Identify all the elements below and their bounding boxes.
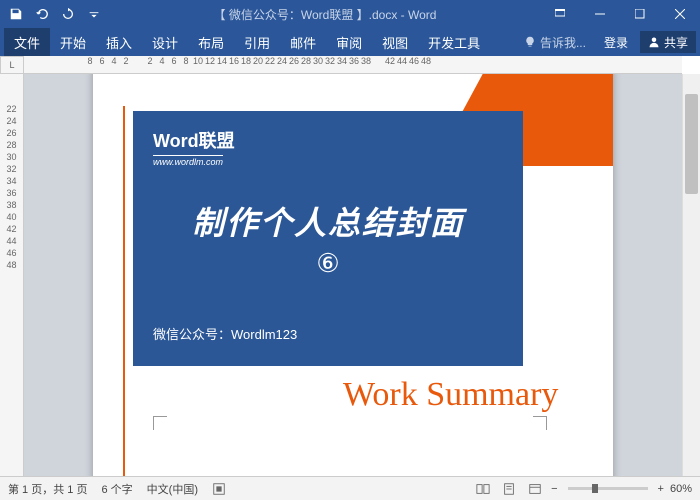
crop-mark (153, 416, 167, 430)
window-title: 【 微信公众号：Word联盟 】.docx - Word (110, 6, 540, 23)
tab-home[interactable]: 开始 (50, 28, 96, 56)
vertical-ruler[interactable]: 2224262830323436384042444648 (0, 74, 24, 476)
print-layout-button[interactable] (499, 480, 519, 498)
maximize-button[interactable] (620, 0, 660, 28)
close-button[interactable] (660, 0, 700, 28)
logo-url: www.wordlm.com (153, 155, 223, 167)
qat-customize-button[interactable] (82, 2, 106, 26)
tell-me-search[interactable]: 告诉我... (518, 34, 592, 51)
tab-file[interactable]: 文件 (4, 28, 50, 56)
ruler-corner[interactable]: L (0, 56, 24, 74)
tab-view[interactable]: 视图 (372, 28, 418, 56)
title-bar: 【 微信公众号：Word联盟 】.docx - Word (0, 0, 700, 28)
tab-review[interactable]: 审阅 (326, 28, 372, 56)
redo-button[interactable] (56, 2, 80, 26)
crop-mark (533, 416, 547, 430)
person-icon (648, 36, 660, 48)
zoom-slider[interactable] (568, 487, 648, 490)
zoom-out-button[interactable]: − (551, 483, 557, 495)
login-button[interactable]: 登录 (596, 28, 636, 56)
document-canvas[interactable]: Word联盟 www.wordlm.com 制作个人总结封面 ⑥ 微信公众号：W… (24, 74, 682, 476)
scrollbar-thumb[interactable] (685, 94, 698, 194)
logo: Word联盟 (153, 127, 503, 153)
undo-button[interactable] (30, 2, 54, 26)
share-button[interactable]: 共享 (640, 31, 696, 53)
window-controls (540, 0, 700, 28)
minimize-button[interactable] (580, 0, 620, 28)
workspace: L 86422468101214161820222426283032343638… (0, 56, 700, 476)
wechat-text: 微信公众号：Wordlm123 (153, 324, 503, 343)
tab-insert[interactable]: 插入 (96, 28, 142, 56)
circle-number: ⑥ (153, 248, 503, 279)
orange-line (123, 106, 125, 476)
zoom-in-button[interactable]: + (658, 483, 664, 495)
read-mode-button[interactable] (473, 480, 493, 498)
ribbon-options-button[interactable] (540, 0, 580, 28)
zoom-slider-thumb[interactable] (592, 484, 598, 493)
tab-mailings[interactable]: 邮件 (280, 28, 326, 56)
tab-layout[interactable]: 布局 (188, 28, 234, 56)
ribbon-tabs: 文件 开始 插入 设计 布局 引用 邮件 审阅 视图 开发工具 告诉我... 登… (0, 28, 700, 56)
page: Word联盟 www.wordlm.com 制作个人总结封面 ⑥ 微信公众号：W… (93, 74, 613, 476)
status-page[interactable]: 第 1 页，共 1 页 (8, 481, 87, 497)
status-words[interactable]: 6 个字 (101, 481, 132, 497)
status-language[interactable]: 中文(中国) (147, 481, 198, 497)
lightbulb-icon (524, 36, 536, 48)
work-summary-text: Work Summary (343, 376, 558, 414)
horizontal-ruler[interactable]: 8642246810121416182022242628303234363842… (24, 56, 682, 74)
status-bar: 第 1 页，共 1 页 6 个字 中文(中国) − + 60% (0, 476, 700, 500)
blue-card: Word联盟 www.wordlm.com 制作个人总结封面 ⑥ 微信公众号：W… (133, 111, 523, 366)
main-title: 制作个人总结封面 (153, 198, 503, 244)
web-layout-button[interactable] (525, 480, 545, 498)
macro-icon[interactable] (212, 482, 226, 496)
tab-references[interactable]: 引用 (234, 28, 280, 56)
zoom-level[interactable]: 60% (670, 483, 692, 495)
quick-access-toolbar (0, 2, 110, 26)
save-button[interactable] (4, 2, 28, 26)
tab-design[interactable]: 设计 (142, 28, 188, 56)
vertical-scrollbar[interactable] (682, 74, 700, 476)
tab-developer[interactable]: 开发工具 (418, 28, 490, 56)
